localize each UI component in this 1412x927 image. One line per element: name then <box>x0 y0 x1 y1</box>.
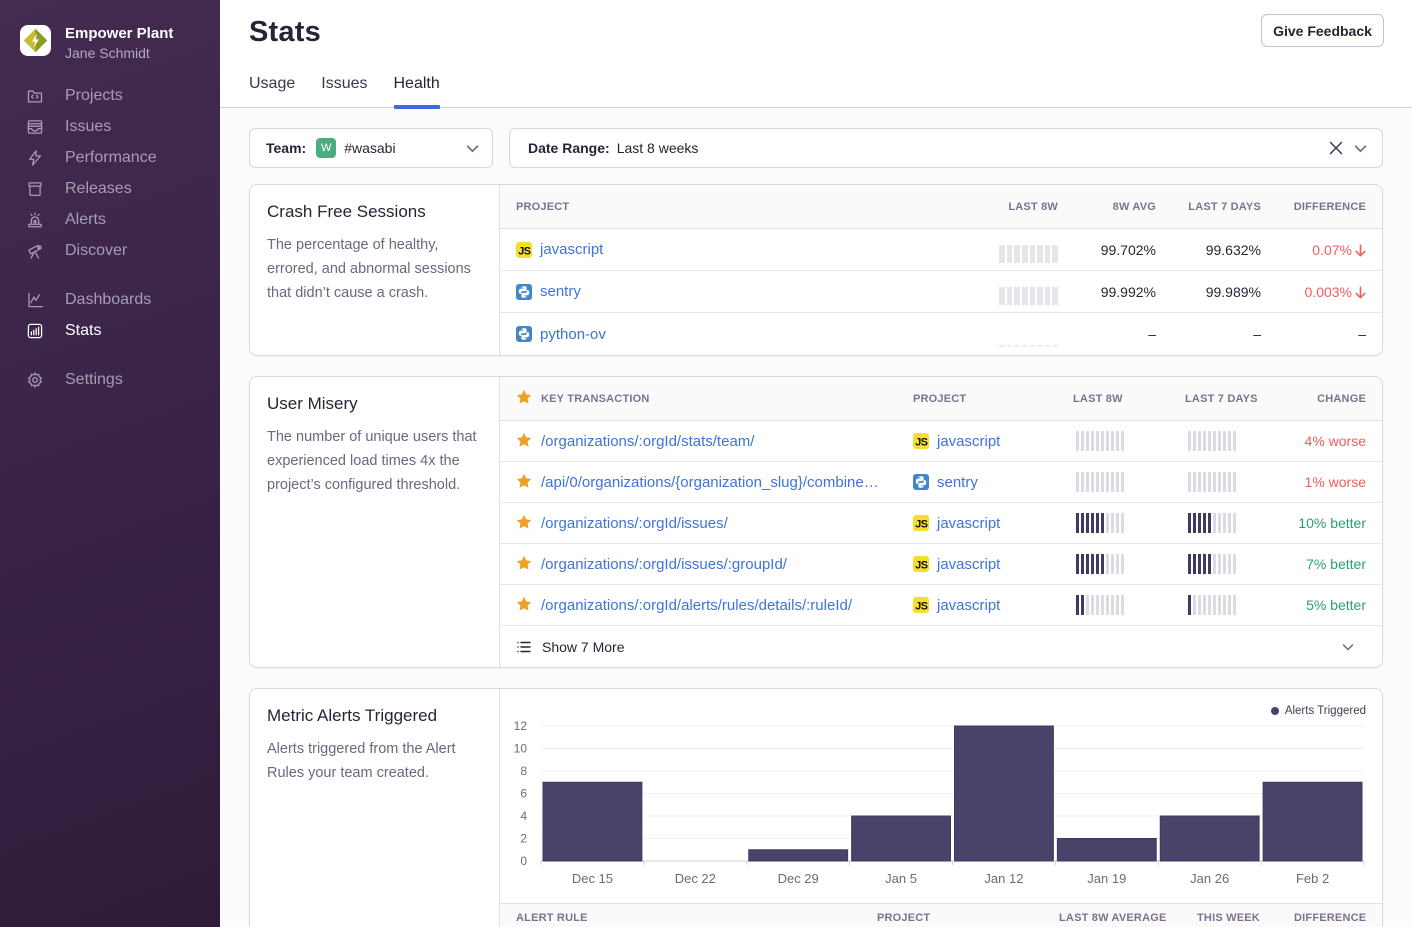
svg-text:2: 2 <box>520 832 527 846</box>
svg-text:0: 0 <box>520 854 527 868</box>
svg-text:Jan 5: Jan 5 <box>885 871 917 886</box>
svg-text:Dec 22: Dec 22 <box>675 871 716 886</box>
svg-text:Dec 29: Dec 29 <box>778 871 819 886</box>
svg-text:Jan 26: Jan 26 <box>1190 871 1229 886</box>
svg-text:Jan 12: Jan 12 <box>984 871 1023 886</box>
svg-text:4: 4 <box>520 809 527 823</box>
svg-text:12: 12 <box>514 719 528 733</box>
svg-text:Jan 19: Jan 19 <box>1087 871 1126 886</box>
svg-text:JS: JS <box>915 519 928 531</box>
svg-text:8: 8 <box>520 764 527 778</box>
svg-text:JS: JS <box>915 560 928 572</box>
svg-text:JS: JS <box>518 245 531 257</box>
svg-text:JS: JS <box>915 601 928 613</box>
svg-text:Dec 15: Dec 15 <box>572 871 613 886</box>
svg-text:Feb 2: Feb 2 <box>1296 871 1329 886</box>
svg-text:JS: JS <box>915 437 928 449</box>
svg-text:6: 6 <box>520 787 527 801</box>
svg-text:10: 10 <box>514 742 528 756</box>
